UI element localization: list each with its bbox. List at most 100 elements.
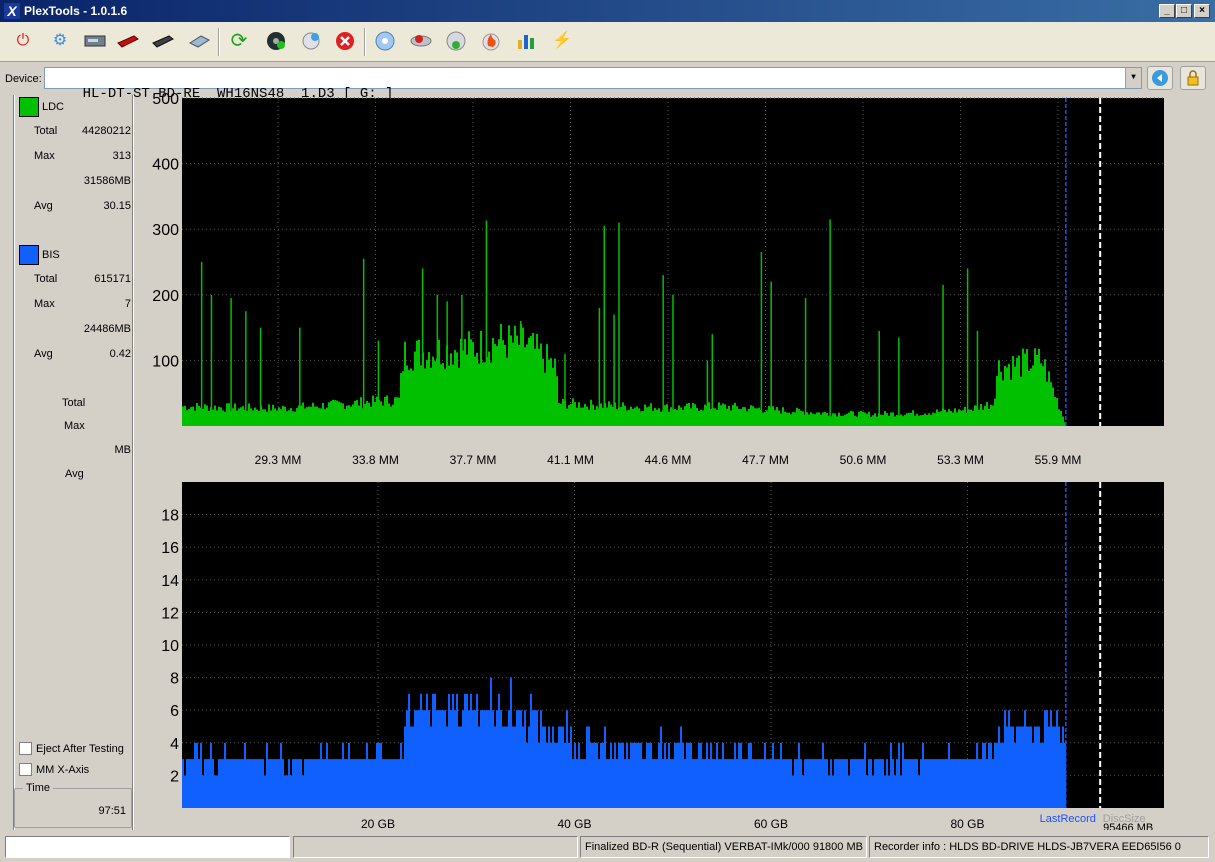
scanner-icon[interactable] xyxy=(186,28,212,54)
data-bar xyxy=(182,759,184,808)
data-bar xyxy=(488,710,490,808)
data-bar xyxy=(386,759,388,808)
data-bar xyxy=(240,759,242,808)
power-icon[interactable]: ⏻ xyxy=(10,28,36,54)
data-bar xyxy=(916,413,918,426)
data-bar xyxy=(224,742,226,808)
data-bar xyxy=(926,415,928,426)
data-bar xyxy=(366,742,368,808)
network-icon[interactable] xyxy=(443,28,469,54)
data-bar xyxy=(922,742,924,808)
data-bar xyxy=(958,759,960,808)
data-bar xyxy=(274,408,276,426)
data-bar xyxy=(452,364,454,426)
y-tick-label: 500 xyxy=(152,93,179,108)
data-bar xyxy=(1014,366,1016,426)
data-bar xyxy=(310,406,312,426)
close-button[interactable]: × xyxy=(1194,4,1210,18)
data-bar xyxy=(1056,398,1058,426)
lock-button[interactable] xyxy=(1180,66,1206,90)
data-bar xyxy=(412,726,414,808)
data-bar xyxy=(332,399,334,426)
bd-icon[interactable] xyxy=(150,28,176,54)
data-bar xyxy=(324,409,326,426)
data-bar xyxy=(254,759,256,808)
data-bar xyxy=(940,411,942,426)
toolbar-separator xyxy=(218,28,220,56)
back-button[interactable] xyxy=(1147,66,1173,90)
data-bar xyxy=(780,742,782,808)
minimize-button[interactable]: _ xyxy=(1159,4,1175,18)
data-bar xyxy=(598,759,600,808)
data-bar xyxy=(290,408,292,426)
data-bar xyxy=(270,759,272,808)
data-bar xyxy=(594,409,596,426)
data-bar xyxy=(618,742,620,808)
data-bar xyxy=(456,352,458,426)
burn-icon[interactable] xyxy=(408,28,434,54)
data-bar xyxy=(590,399,592,426)
data-bar xyxy=(468,710,470,808)
data-bar xyxy=(348,742,350,808)
data-bar xyxy=(902,742,904,808)
data-bar xyxy=(692,402,694,426)
dvd-icon[interactable] xyxy=(115,28,141,54)
stop-icon[interactable] xyxy=(332,28,358,54)
data-bar xyxy=(898,742,900,808)
data-bar xyxy=(670,759,672,808)
data-bar xyxy=(910,759,912,808)
data-bar xyxy=(1058,726,1060,808)
x-tick-label: 40 GB xyxy=(557,817,591,830)
time-label: Time xyxy=(23,782,54,794)
disc-info-icon[interactable] xyxy=(372,28,398,54)
data-bar xyxy=(902,416,904,426)
data-bar xyxy=(608,401,610,426)
data-bar xyxy=(514,325,516,426)
data-bar xyxy=(440,364,442,426)
disc-add-icon[interactable] xyxy=(298,28,324,54)
data-bar xyxy=(440,710,442,808)
x-tick-label: 80 GB xyxy=(950,817,984,830)
chevron-down-icon[interactable]: ▼ xyxy=(1125,68,1141,88)
data-bar xyxy=(1002,742,1004,808)
ldc-swatch[interactable] xyxy=(19,97,39,117)
data-bar xyxy=(796,759,798,808)
disc-eject-icon[interactable] xyxy=(263,28,289,54)
data-bar xyxy=(196,742,198,808)
chart-icon[interactable] xyxy=(513,28,539,54)
data-bar xyxy=(676,410,678,426)
data-bar xyxy=(886,759,888,808)
data-bar xyxy=(578,742,580,808)
device-select[interactable]: HL-DT-ST BD-RE WH16NS48 1.D3 [ G: ] ▼ xyxy=(44,67,1142,102)
data-bar xyxy=(974,405,976,426)
y-tick-label: 6 xyxy=(170,703,179,720)
status-input[interactable] xyxy=(5,836,290,858)
data-bar xyxy=(570,404,572,426)
data-bar xyxy=(1004,710,1006,808)
bis-swatch[interactable] xyxy=(19,245,39,265)
data-bar xyxy=(744,759,746,808)
data-bar xyxy=(442,363,444,426)
data-bar xyxy=(220,759,222,808)
maximize-button[interactable]: □ xyxy=(1176,4,1192,18)
data-bar xyxy=(290,775,292,808)
tool-icon[interactable]: ⚡ xyxy=(549,28,575,54)
data-bar xyxy=(478,726,480,808)
data-bar xyxy=(838,759,840,808)
data-bar xyxy=(948,409,950,426)
data-bar xyxy=(324,759,326,808)
mm-x-axis-checkbox[interactable] xyxy=(19,763,32,776)
data-bar xyxy=(188,408,190,426)
data-bar xyxy=(642,411,644,426)
settings-icon[interactable]: ⚙ xyxy=(47,28,73,54)
data-bar xyxy=(732,759,734,808)
data-bar xyxy=(358,405,360,426)
data-bar xyxy=(1028,726,1030,808)
eject-after-testing-checkbox[interactable] xyxy=(19,742,32,755)
fire-icon[interactable] xyxy=(478,28,504,54)
data-bar xyxy=(392,759,394,808)
drive-icon[interactable] xyxy=(82,28,108,54)
refresh-icon[interactable]: ⟳ xyxy=(226,28,252,54)
data-bar xyxy=(1036,354,1038,426)
data-bar xyxy=(534,710,536,808)
